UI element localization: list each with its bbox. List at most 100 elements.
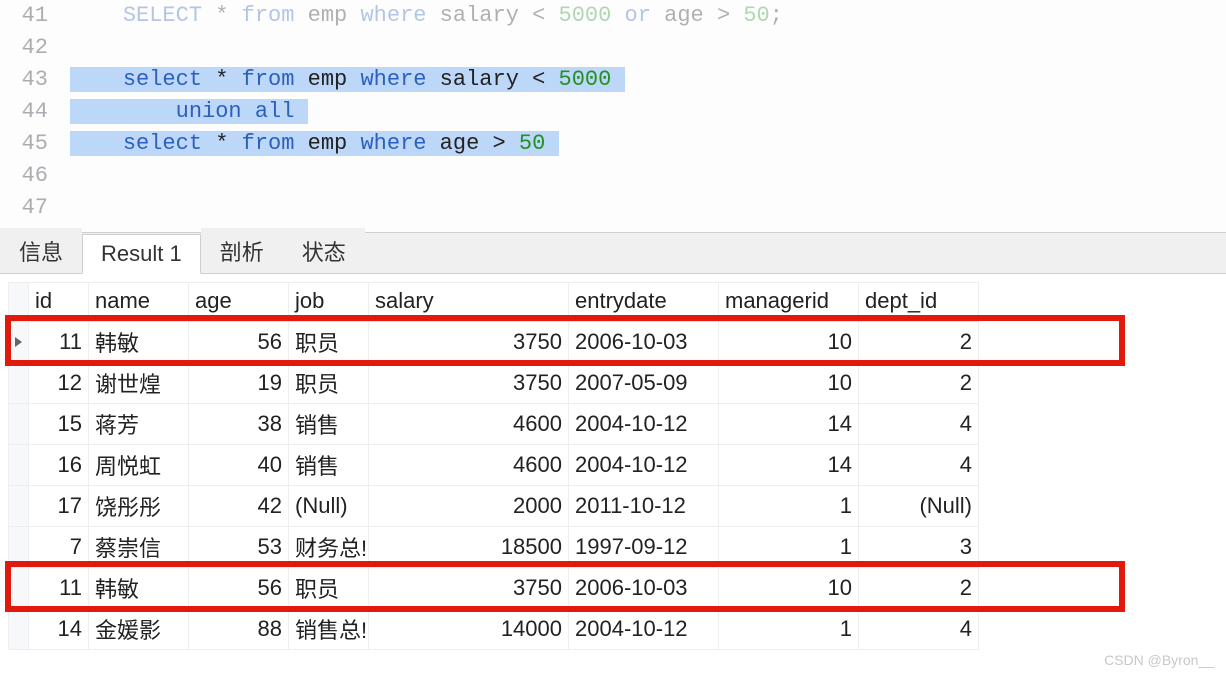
cell-managerid[interactable]: 14	[719, 403, 859, 444]
editor-line[interactable]: 47	[0, 192, 1226, 224]
editor-line[interactable]: 45 select * from emp where age > 50	[0, 128, 1226, 160]
col-dept_id[interactable]: dept_id	[859, 283, 979, 321]
row-handle[interactable]	[9, 608, 29, 649]
sql-editor[interactable]: 41 SELECT * from emp where salary < 5000…	[0, 0, 1226, 232]
row-handle[interactable]	[9, 567, 29, 608]
cell-id[interactable]: 14	[29, 608, 89, 649]
cell-id[interactable]: 16	[29, 444, 89, 485]
cell-job[interactable]: 销售	[289, 403, 369, 444]
cell-id[interactable]: 15	[29, 403, 89, 444]
cell-dept_id[interactable]: 3	[859, 526, 979, 567]
tab-2[interactable]: 剖析	[201, 228, 283, 273]
cell-dept_id[interactable]: 2	[859, 362, 979, 403]
table-row[interactable]: 11韩敏56职员37502006-10-03102	[9, 567, 979, 608]
cell-job[interactable]: 销售	[289, 444, 369, 485]
cell-age[interactable]: 88	[189, 608, 289, 649]
cell-name[interactable]: 谢世煌	[89, 362, 189, 403]
code-content[interactable]: select * from emp where salary < 5000	[70, 64, 1226, 96]
cell-job[interactable]: 销售总!	[289, 608, 369, 649]
tab-1[interactable]: Result 1	[82, 234, 201, 274]
cell-name[interactable]: 蒋芳	[89, 403, 189, 444]
cell-dept_id[interactable]: 4	[859, 444, 979, 485]
cell-salary[interactable]: 18500	[369, 526, 569, 567]
editor-line[interactable]: 43 select * from emp where salary < 5000	[0, 64, 1226, 96]
editor-line[interactable]: 46	[0, 160, 1226, 192]
code-content[interactable]: select * from emp where age > 50	[70, 128, 1226, 160]
cell-salary[interactable]: 4600	[369, 444, 569, 485]
cell-age[interactable]: 40	[189, 444, 289, 485]
cell-dept_id[interactable]: 4	[859, 403, 979, 444]
table-row[interactable]: 17饶彤彤42(Null)20002011-10-121(Null)	[9, 485, 979, 526]
row-handle[interactable]	[9, 526, 29, 567]
cell-age[interactable]: 56	[189, 321, 289, 363]
cell-age[interactable]: 38	[189, 403, 289, 444]
cell-managerid[interactable]: 14	[719, 444, 859, 485]
code-content[interactable]	[70, 32, 1226, 64]
cell-entrydate[interactable]: 2004-10-12	[569, 608, 719, 649]
cell-id[interactable]: 17	[29, 485, 89, 526]
table-row[interactable]: 7蔡崇信53财务总!185001997-09-1213	[9, 526, 979, 567]
cell-managerid[interactable]: 10	[719, 567, 859, 608]
cell-job[interactable]: 财务总!	[289, 526, 369, 567]
cell-name[interactable]: 周悦虹	[89, 444, 189, 485]
table-row[interactable]: 15蒋芳38销售46002004-10-12144	[9, 403, 979, 444]
cell-dept_id[interactable]: 2	[859, 321, 979, 363]
code-content[interactable]	[70, 160, 1226, 192]
col-managerid[interactable]: managerid	[719, 283, 859, 321]
cell-salary[interactable]: 4600	[369, 403, 569, 444]
cell-job[interactable]: 职员	[289, 362, 369, 403]
cell-id[interactable]: 12	[29, 362, 89, 403]
cell-name[interactable]: 韩敏	[89, 567, 189, 608]
cell-entrydate[interactable]: 2007-05-09	[569, 362, 719, 403]
col-job[interactable]: job	[289, 283, 369, 321]
cell-entrydate[interactable]: 2006-10-03	[569, 321, 719, 363]
cell-age[interactable]: 42	[189, 485, 289, 526]
cell-managerid[interactable]: 10	[719, 321, 859, 363]
cell-dept_id[interactable]: 2	[859, 567, 979, 608]
cell-age[interactable]: 56	[189, 567, 289, 608]
cell-entrydate[interactable]: 1997-09-12	[569, 526, 719, 567]
editor-line[interactable]: 41 SELECT * from emp where salary < 5000…	[0, 0, 1226, 32]
cell-managerid[interactable]: 1	[719, 485, 859, 526]
cell-name[interactable]: 饶彤彤	[89, 485, 189, 526]
result-table[interactable]: idnameagejobsalaryentrydatemanageriddept…	[8, 282, 979, 650]
cell-salary[interactable]: 3750	[369, 321, 569, 363]
col-salary[interactable]: salary	[369, 283, 569, 321]
col-entrydate[interactable]: entrydate	[569, 283, 719, 321]
cell-entrydate[interactable]: 2004-10-12	[569, 444, 719, 485]
cell-salary[interactable]: 3750	[369, 567, 569, 608]
code-content[interactable]: union all	[70, 96, 1226, 128]
cell-managerid[interactable]: 10	[719, 362, 859, 403]
cell-id[interactable]: 7	[29, 526, 89, 567]
cell-name[interactable]: 韩敏	[89, 321, 189, 363]
tab-0[interactable]: 信息	[0, 228, 82, 273]
code-content[interactable]: SELECT * from emp where salary < 5000 or…	[70, 0, 1226, 32]
col-age[interactable]: age	[189, 283, 289, 321]
cell-salary[interactable]: 14000	[369, 608, 569, 649]
row-handle[interactable]	[9, 485, 29, 526]
table-row[interactable]: 16周悦虹40销售46002004-10-12144	[9, 444, 979, 485]
col-id[interactable]: id	[29, 283, 89, 321]
table-row[interactable]: 11韩敏56职员37502006-10-03102	[9, 321, 979, 363]
tab-3[interactable]: 状态	[283, 228, 365, 273]
row-handle[interactable]	[9, 362, 29, 403]
cell-name[interactable]: 蔡崇信	[89, 526, 189, 567]
cell-id[interactable]: 11	[29, 567, 89, 608]
cell-entrydate[interactable]: 2004-10-12	[569, 403, 719, 444]
cell-entrydate[interactable]: 2011-10-12	[569, 485, 719, 526]
cell-age[interactable]: 19	[189, 362, 289, 403]
cell-dept_id[interactable]: (Null)	[859, 485, 979, 526]
editor-line[interactable]: 42	[0, 32, 1226, 64]
table-row[interactable]: 12谢世煌19职员37502007-05-09102	[9, 362, 979, 403]
cell-id[interactable]: 11	[29, 321, 89, 363]
cell-age[interactable]: 53	[189, 526, 289, 567]
cell-managerid[interactable]: 1	[719, 608, 859, 649]
cell-entrydate[interactable]: 2006-10-03	[569, 567, 719, 608]
row-handle[interactable]	[9, 403, 29, 444]
code-content[interactable]	[70, 192, 1226, 224]
cell-managerid[interactable]: 1	[719, 526, 859, 567]
row-handle[interactable]	[9, 321, 29, 363]
cell-job[interactable]: (Null)	[289, 485, 369, 526]
cell-job[interactable]: 职员	[289, 567, 369, 608]
editor-line[interactable]: 44 union all	[0, 96, 1226, 128]
